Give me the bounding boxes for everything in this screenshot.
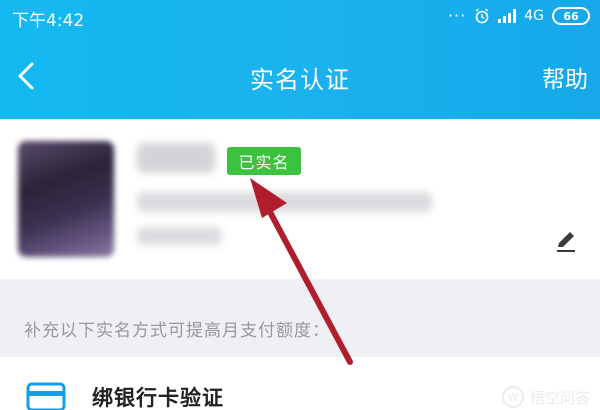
- blurred-detail-text: [137, 227, 222, 245]
- network-type: 4G: [524, 8, 544, 24]
- battery-icon: 66: [552, 7, 590, 25]
- watermark-logo-icon: W: [501, 386, 524, 408]
- blurred-account-info: [137, 192, 432, 212]
- battery-level: 66: [563, 9, 579, 23]
- signal-icon: [498, 9, 517, 23]
- bank-card-icon: [26, 382, 66, 410]
- section-hint: 补充以下实名方式可提高月支付额度：: [24, 321, 330, 341]
- screen: 下午4:42 ··· 4G 66 实名认证 帮助 已实名 补充以下实名方式可提高…: [0, 0, 600, 410]
- alarm-clock-icon: [475, 8, 489, 24]
- status-icons: ··· 4G 66: [448, 6, 590, 26]
- watermark-text: 悟空问答: [529, 388, 590, 407]
- page-title: 实名认证: [250, 66, 350, 94]
- watermark: W 悟空问答: [501, 386, 590, 408]
- help-button[interactable]: 帮助: [542, 60, 588, 94]
- blurred-name: [137, 143, 215, 173]
- notification-dots-icon: ···: [447, 6, 467, 25]
- status-time: 下午4:42: [12, 11, 85, 31]
- avatar: [18, 141, 114, 257]
- header: 下午4:42 ··· 4G 66 实名认证 帮助: [0, 0, 600, 119]
- bank-card-label: 绑银行卡验证: [92, 386, 224, 410]
- edit-pencil-icon[interactable]: [553, 228, 579, 254]
- verified-badge: 已实名: [227, 147, 301, 175]
